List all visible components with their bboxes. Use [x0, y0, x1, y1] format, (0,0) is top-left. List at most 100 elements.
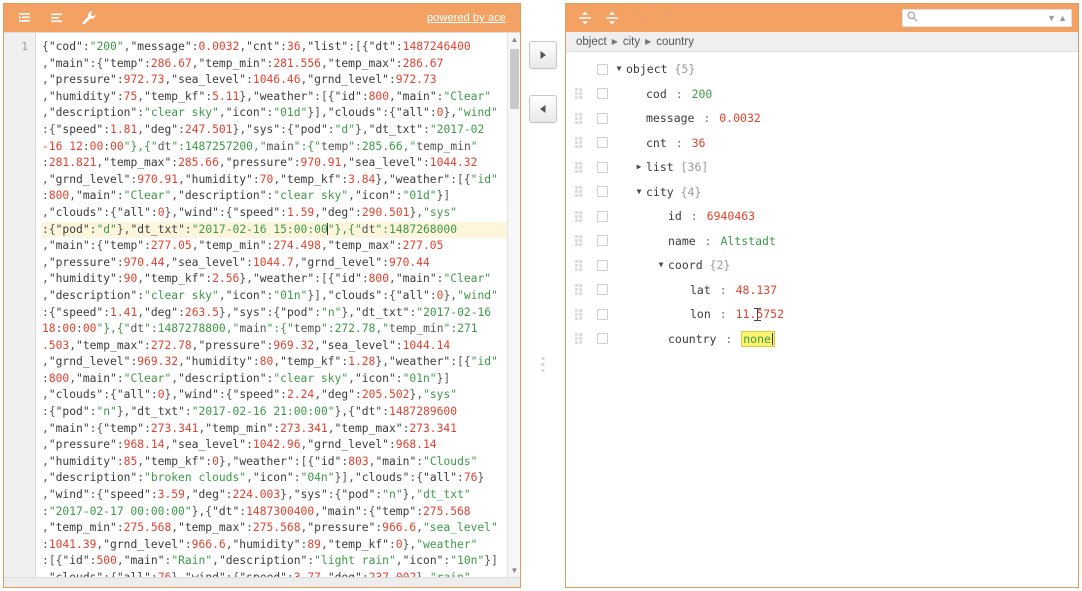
tree-field-name[interactable]: lon	[690, 307, 711, 321]
row-checkbox[interactable]	[597, 333, 608, 345]
tree-value[interactable]: 36	[692, 136, 706, 150]
tree-row[interactable]: ▼ coord {2}	[566, 253, 1078, 278]
transfer-to-code-button[interactable]	[529, 95, 557, 123]
tree-row[interactable]: cnt : 36	[566, 131, 1078, 156]
transfer-controls	[521, 0, 565, 591]
tree-field-name[interactable]: city	[646, 185, 674, 199]
editor-toolbar: powered by ace	[4, 4, 520, 32]
row-checkbox[interactable]	[597, 137, 608, 149]
row-checkbox[interactable]	[597, 112, 608, 124]
wrench-icon[interactable]	[80, 10, 97, 27]
row-drag-handle[interactable]	[575, 284, 586, 296]
row-checkbox[interactable]	[597, 308, 608, 320]
field-separator: :	[697, 233, 719, 248]
tree-field-name[interactable]: object	[626, 62, 668, 76]
row-checkbox[interactable]	[597, 210, 608, 222]
json-tree[interactable]: ▼ object {5} cod : 200 message : 0.0032 cnt …	[566, 52, 1078, 587]
row-checkbox[interactable]	[597, 235, 608, 247]
tree-field-name[interactable]: coord	[668, 258, 703, 272]
tree-row[interactable]: lat : 48.137	[566, 278, 1078, 303]
panel-resize-handle[interactable]	[541, 357, 545, 372]
tree-field-name[interactable]: list	[646, 160, 674, 174]
redo-icon[interactable]	[657, 10, 674, 27]
chevron-right-icon[interactable]: ▶	[632, 163, 646, 171]
breadcrumb-separator: ▶	[645, 37, 652, 46]
scroll-down-arrow[interactable]: ▼	[508, 564, 520, 577]
powered-by-link[interactable]: powered by ace	[427, 12, 512, 24]
breadcrumb-item-object[interactable]: object	[576, 36, 607, 48]
breadcrumb-separator: ▶	[611, 37, 618, 46]
tree-value[interactable]: 48.137	[736, 283, 778, 297]
tree-row[interactable]: ▼ city {4}	[566, 180, 1078, 205]
search-input[interactable]	[918, 11, 1048, 25]
tree-field-name[interactable]: country	[668, 332, 716, 346]
row-drag-handle[interactable]	[575, 161, 586, 173]
tree-row[interactable]: ▶ list [36]	[566, 155, 1078, 180]
row-drag-handle[interactable]	[575, 259, 586, 271]
row-drag-handle[interactable]	[575, 88, 586, 100]
line-number: 1	[21, 40, 28, 53]
tree-row[interactable]: name : Altstadt	[566, 229, 1078, 254]
tree-row[interactable]: country : none	[566, 327, 1078, 352]
row-drag-handle[interactable]	[575, 112, 586, 124]
breadcrumb-item-country[interactable]: country	[656, 36, 694, 48]
row-drag-handle[interactable]	[575, 235, 586, 247]
chevron-down-icon[interactable]: ▼	[654, 261, 668, 269]
row-checkbox[interactable]	[597, 161, 608, 173]
tree-child-count: {5}	[667, 62, 696, 77]
tree-field-name[interactable]: message	[646, 111, 694, 125]
tree-value-editing[interactable]: none	[741, 330, 775, 347]
breadcrumb-item-city[interactable]: city	[623, 36, 640, 48]
line-number-gutter: 1	[4, 33, 36, 577]
field-separator: :	[712, 282, 734, 297]
code-content[interactable]: {"cod":"200","message":0.0032,"cnt":36,"…	[36, 33, 520, 577]
search-nav-controls[interactable]: ▼ ▲	[1047, 13, 1067, 23]
scrollbar-thumb[interactable]	[510, 49, 519, 109]
row-drag-handle[interactable]	[575, 186, 586, 198]
field-separator: :	[696, 111, 718, 126]
row-checkbox[interactable]	[597, 88, 608, 100]
collapse-all-icon[interactable]	[603, 10, 620, 27]
tree-toolbar-icons	[576, 10, 674, 27]
transfer-to-tree-button[interactable]	[529, 41, 557, 69]
editor-scrollbar[interactable]: ▲ ▼	[507, 33, 520, 577]
compact-json-icon[interactable]	[49, 10, 66, 27]
tree-row[interactable]: cod : 200	[566, 82, 1078, 107]
row-drag-handle[interactable]	[575, 308, 586, 320]
search-next-icon[interactable]: ▼	[1047, 13, 1056, 23]
tree-field-name[interactable]: cnt	[646, 136, 667, 150]
tree-value[interactable]: 6940463	[707, 209, 755, 223]
row-checkbox[interactable]	[597, 284, 608, 296]
search-box[interactable]: ▼ ▲	[902, 9, 1072, 27]
tree-field-name[interactable]: name	[668, 234, 696, 248]
row-drag-handle[interactable]	[575, 333, 586, 345]
tree-value[interactable]: Altstadt	[720, 234, 775, 248]
tree-field-name[interactable]: id	[668, 209, 682, 223]
search-icon	[907, 11, 918, 25]
row-drag-handle[interactable]	[575, 137, 586, 149]
scroll-up-arrow[interactable]: ▲	[508, 33, 520, 46]
tree-row[interactable]: message : 0.0032	[566, 106, 1078, 131]
expand-all-icon[interactable]	[576, 10, 593, 27]
undo-icon[interactable]	[630, 10, 647, 27]
format-json-icon[interactable]	[18, 10, 35, 27]
tree-value[interactable]: 11.5752	[736, 307, 784, 321]
chevron-down-icon[interactable]: ▼	[612, 65, 626, 73]
row-checkbox[interactable]	[597, 259, 608, 271]
row-checkbox[interactable]	[597, 63, 608, 75]
field-separator: :	[718, 331, 740, 346]
chevron-down-icon[interactable]: ▼	[632, 187, 646, 196]
tree-field-name[interactable]: cod	[646, 87, 667, 101]
tree-value[interactable]: 200	[692, 87, 713, 101]
tree-row[interactable]: ▼ object {5}	[566, 57, 1078, 82]
search-prev-icon[interactable]: ▲	[1058, 13, 1067, 23]
tree-row[interactable]: lon : 11.5752	[566, 302, 1078, 327]
tree-field-name[interactable]: lat	[690, 283, 711, 297]
json-source-text[interactable]: {"cod":"200","message":0.0032,"cnt":36,"…	[42, 39, 520, 577]
tree-value[interactable]: 0.0032	[719, 111, 761, 125]
tree-row[interactable]: id : 6940463	[566, 204, 1078, 229]
row-drag-handle[interactable]	[575, 210, 586, 222]
tree-child-count: [36]	[673, 160, 709, 175]
field-separator: :	[668, 86, 690, 101]
row-checkbox[interactable]	[597, 186, 608, 198]
